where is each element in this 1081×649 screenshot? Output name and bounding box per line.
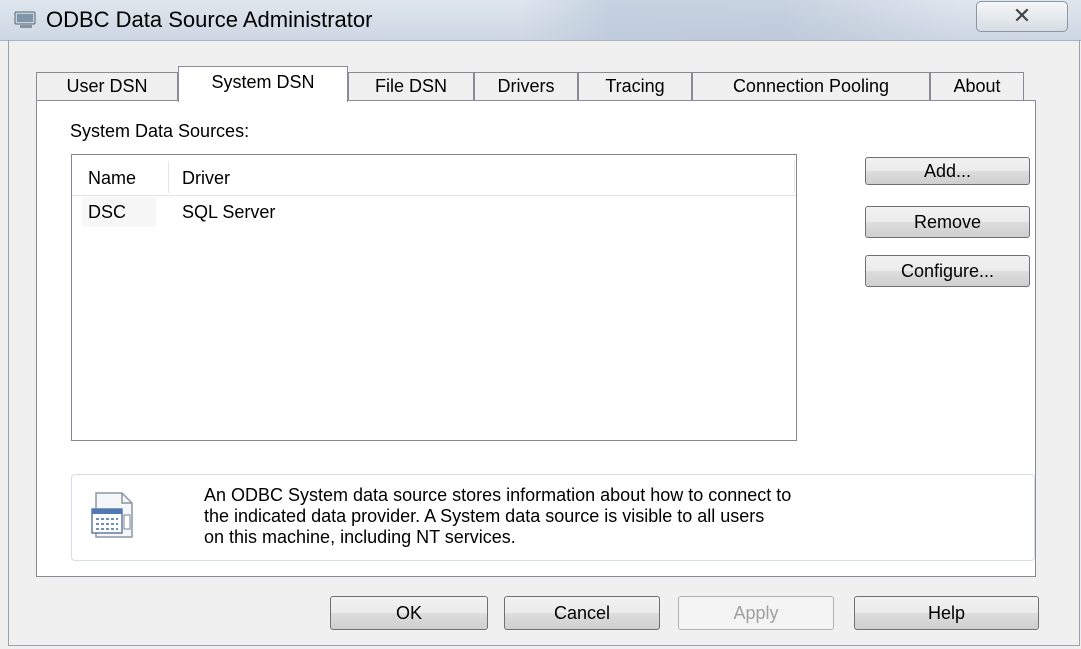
- list-item-name: DSC: [82, 197, 156, 227]
- tab-about[interactable]: About: [930, 72, 1024, 100]
- system-data-sources-label: System Data Sources:: [70, 121, 250, 141]
- column-header-name[interactable]: Name: [88, 155, 168, 195]
- tab-system-dsn[interactable]: System DSN: [178, 66, 348, 102]
- title-bar[interactable]: ODBC Data Source Administrator ✕: [0, 0, 1081, 41]
- info-line: the indicated data provider. A System da…: [204, 506, 765, 526]
- column-divider[interactable]: [794, 161, 795, 193]
- data-source-icon: [91, 492, 133, 538]
- close-icon: ✕: [1012, 3, 1032, 28]
- add-button[interactable]: Add...: [865, 157, 1030, 185]
- remove-button[interactable]: Remove: [865, 206, 1030, 238]
- list-item[interactable]: DSC SQL Server: [72, 197, 796, 227]
- list-item-driver: SQL Server: [182, 202, 276, 222]
- configure-button[interactable]: Configure...: [865, 255, 1030, 287]
- column-header-driver[interactable]: Driver: [182, 155, 382, 195]
- cancel-button[interactable]: Cancel: [504, 596, 660, 630]
- data-source-list[interactable]: Name Driver DSC SQL Server: [71, 154, 797, 441]
- odbc-admin-icon: [14, 11, 36, 28]
- title-bar-background: [520, 0, 960, 40]
- tab-file-dsn[interactable]: File DSN: [348, 72, 474, 100]
- info-box: An ODBC System data source stores inform…: [71, 474, 1035, 561]
- column-divider[interactable]: [168, 161, 169, 193]
- tab-tracing[interactable]: Tracing: [578, 72, 692, 100]
- info-line: on this machine, including NT services.: [204, 527, 516, 547]
- close-button[interactable]: ✕: [976, 1, 1068, 32]
- info-line: An ODBC System data source stores inform…: [204, 485, 792, 505]
- ok-button[interactable]: OK: [330, 596, 488, 630]
- list-header: Name Driver: [72, 155, 796, 196]
- info-description: An ODBC System data source stores inform…: [204, 485, 1024, 548]
- tab-user-dsn[interactable]: User DSN: [36, 72, 178, 100]
- tab-drivers[interactable]: Drivers: [474, 72, 578, 100]
- help-button[interactable]: Help: [854, 596, 1039, 630]
- apply-button[interactable]: Apply: [678, 596, 834, 630]
- tab-connection-pooling[interactable]: Connection Pooling: [692, 72, 930, 100]
- window-title: ODBC Data Source Administrator: [46, 7, 373, 32]
